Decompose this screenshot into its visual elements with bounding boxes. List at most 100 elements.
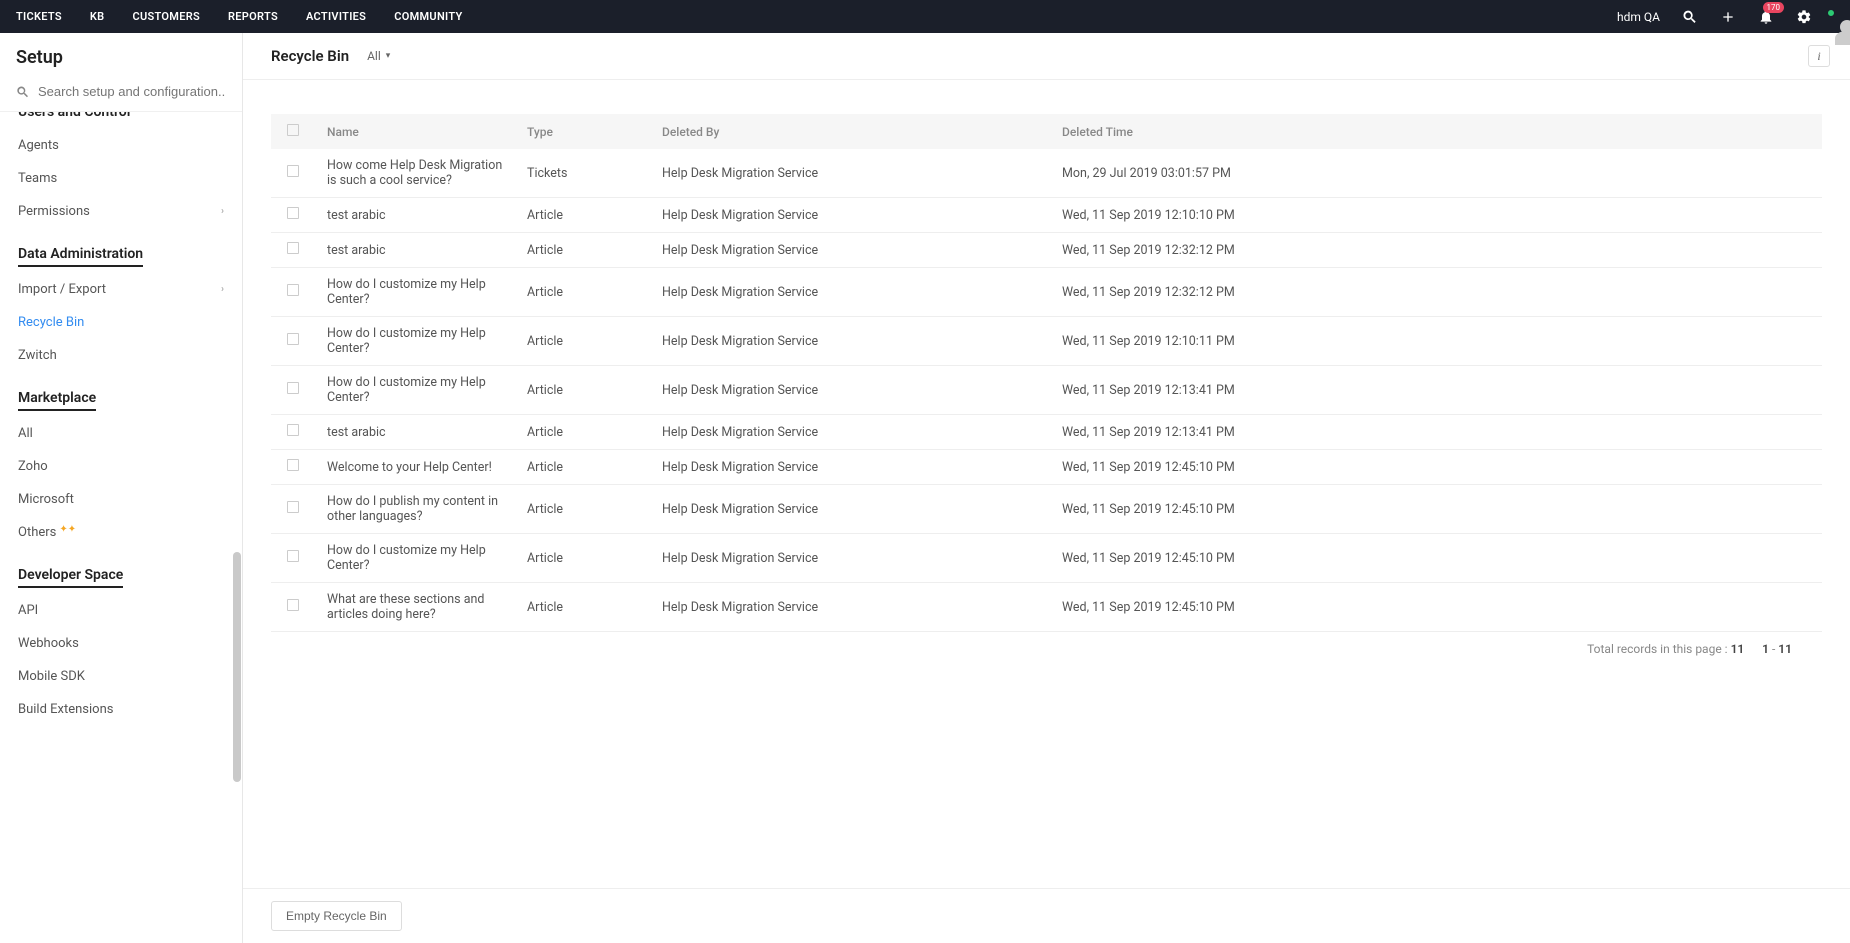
- cell-deleted-time: Wed, 11 Sep 2019 12:45:10 PM: [1050, 485, 1822, 534]
- cell-deleted-by: Help Desk Migration Service: [650, 149, 1050, 198]
- sidebar-item-agents[interactable]: Agents: [18, 129, 224, 162]
- nav-activities[interactable]: ACTIVITIES: [306, 10, 366, 23]
- cell-name: test arabic: [315, 198, 515, 233]
- pagination: Total records in this page : 11 1 - 11: [271, 632, 1822, 656]
- sidebar-item-microsoft[interactable]: Microsoft: [18, 483, 224, 516]
- row-checkbox[interactable]: [287, 165, 299, 177]
- sidebar-item-label: Microsoft: [18, 492, 74, 507]
- table-row[interactable]: test arabicArticleHelp Desk Migration Se…: [271, 198, 1822, 233]
- sidebar-item-all[interactable]: All: [18, 417, 224, 450]
- table-row[interactable]: How do I customize my Help Center?Articl…: [271, 268, 1822, 317]
- sidebar-item-teams[interactable]: Teams: [18, 162, 224, 195]
- cell-name: How do I customize my Help Center?: [315, 534, 515, 583]
- cell-deleted-by: Help Desk Migration Service: [650, 485, 1050, 534]
- filter-dropdown[interactable]: All ▾: [367, 49, 390, 63]
- pagination-from: 1: [1762, 642, 1769, 656]
- table-row[interactable]: What are these sections and articles doi…: [271, 583, 1822, 632]
- sidebar-item-label: Import / Export: [18, 282, 106, 297]
- row-checkbox[interactable]: [287, 382, 299, 394]
- main-panel: Recycle Bin All ▾ i Name Type Deleted By…: [243, 33, 1850, 943]
- cell-deleted-time: Mon, 29 Jul 2019 03:01:57 PM: [1050, 149, 1822, 198]
- search-icon: [16, 85, 30, 99]
- sidebar-item-label: API: [18, 603, 38, 618]
- nav-reports[interactable]: REPORTS: [228, 10, 278, 23]
- cell-deleted-by: Help Desk Migration Service: [650, 583, 1050, 632]
- page-title: Recycle Bin: [271, 47, 349, 65]
- cell-type: Article: [515, 317, 650, 366]
- cell-deleted-time: Wed, 11 Sep 2019 12:13:41 PM: [1050, 366, 1822, 415]
- sidebar-item-mobile-sdk[interactable]: Mobile SDK: [18, 660, 224, 693]
- row-checkbox[interactable]: [287, 501, 299, 513]
- sidebar-title: Setup: [0, 33, 242, 78]
- cell-deleted-time: Wed, 11 Sep 2019 12:45:10 PM: [1050, 450, 1822, 485]
- col-name: Name: [315, 114, 515, 149]
- cell-deleted-time: Wed, 11 Sep 2019 12:10:10 PM: [1050, 198, 1822, 233]
- main-footer: Empty Recycle Bin: [243, 888, 1850, 943]
- table-row[interactable]: How do I customize my Help Center?Articl…: [271, 366, 1822, 415]
- cell-name: How come Help Desk Migration is such a c…: [315, 149, 515, 198]
- sidebar-item-build-extensions[interactable]: Build Extensions: [18, 693, 224, 726]
- table-row[interactable]: test arabicArticleHelp Desk Migration Se…: [271, 233, 1822, 268]
- table-row[interactable]: How do I customize my Help Center?Articl…: [271, 534, 1822, 583]
- scroll-thumb[interactable]: [233, 552, 241, 782]
- cell-deleted-by: Help Desk Migration Service: [650, 366, 1050, 415]
- row-checkbox[interactable]: [287, 424, 299, 436]
- sidebar-item-webhooks[interactable]: Webhooks: [18, 627, 224, 660]
- settings-icon[interactable]: [1796, 9, 1812, 25]
- cell-deleted-by: Help Desk Migration Service: [650, 317, 1050, 366]
- cell-name: test arabic: [315, 415, 515, 450]
- cell-type: Article: [515, 268, 650, 317]
- row-checkbox[interactable]: [287, 459, 299, 471]
- chevron-right-icon: ›: [221, 206, 224, 217]
- sidebar-item-recycle-bin[interactable]: Recycle Bin: [18, 306, 224, 339]
- sidebar-item-label: Agents: [18, 138, 59, 153]
- select-all-checkbox[interactable]: [287, 124, 299, 136]
- cell-name: test arabic: [315, 233, 515, 268]
- info-button[interactable]: i: [1808, 45, 1830, 67]
- cell-type: Article: [515, 415, 650, 450]
- search-input[interactable]: [38, 84, 226, 99]
- table-row[interactable]: Welcome to your Help Center!ArticleHelp …: [271, 450, 1822, 485]
- sidebar-item-api[interactable]: API: [18, 594, 224, 627]
- empty-recycle-bin-button[interactable]: Empty Recycle Bin: [271, 901, 402, 931]
- sidebar-item-label: Build Extensions: [18, 702, 113, 717]
- row-checkbox[interactable]: [287, 550, 299, 562]
- sidebar-search[interactable]: [0, 78, 242, 112]
- table-row[interactable]: How do I customize my Help Center?Articl…: [271, 317, 1822, 366]
- nav-tickets[interactable]: TICKETS: [16, 10, 62, 23]
- plus-icon[interactable]: [1720, 9, 1736, 25]
- sidebar-item-import-export[interactable]: Import / Export›: [18, 273, 224, 306]
- nav-kb[interactable]: KB: [90, 10, 105, 23]
- row-checkbox[interactable]: [287, 207, 299, 219]
- cell-deleted-by: Help Desk Migration Service: [650, 233, 1050, 268]
- cell-type: Article: [515, 485, 650, 534]
- nav-right: hdm QA 170: [1617, 9, 1834, 25]
- cell-type: Article: [515, 534, 650, 583]
- row-checkbox[interactable]: [287, 242, 299, 254]
- sidebar-item-others[interactable]: Others✦✦: [18, 516, 224, 549]
- sidebar-item-zwitch[interactable]: Zwitch: [18, 339, 224, 372]
- cell-name: Welcome to your Help Center!: [315, 450, 515, 485]
- nav-community[interactable]: COMMUNITY: [394, 10, 462, 23]
- cell-name: How do I publish my content in other lan…: [315, 485, 515, 534]
- username[interactable]: hdm QA: [1617, 10, 1660, 24]
- notification-icon[interactable]: 170: [1758, 9, 1774, 25]
- row-checkbox[interactable]: [287, 599, 299, 611]
- search-icon[interactable]: [1682, 9, 1698, 25]
- table-row[interactable]: How come Help Desk Migration is such a c…: [271, 149, 1822, 198]
- row-checkbox[interactable]: [287, 284, 299, 296]
- sidebar-item-label: Zwitch: [18, 348, 57, 363]
- sidebar-item-label: Recycle Bin: [18, 315, 84, 330]
- table-row[interactable]: test arabicArticleHelp Desk Migration Se…: [271, 415, 1822, 450]
- sidebar-item-label: Permissions: [18, 204, 90, 219]
- nav-customers[interactable]: CUSTOMERS: [132, 10, 200, 23]
- row-checkbox[interactable]: [287, 333, 299, 345]
- pagination-to: 11: [1778, 642, 1792, 656]
- sidebar-item-zoho[interactable]: Zoho: [18, 450, 224, 483]
- scrollbar[interactable]: [233, 112, 241, 943]
- sidebar-item-permissions[interactable]: Permissions ›: [18, 195, 224, 228]
- sidebar-item-label: Teams: [18, 171, 57, 186]
- section-marketplace: Marketplace: [18, 390, 96, 411]
- table-row[interactable]: How do I publish my content in other lan…: [271, 485, 1822, 534]
- cell-name: How do I customize my Help Center?: [315, 268, 515, 317]
